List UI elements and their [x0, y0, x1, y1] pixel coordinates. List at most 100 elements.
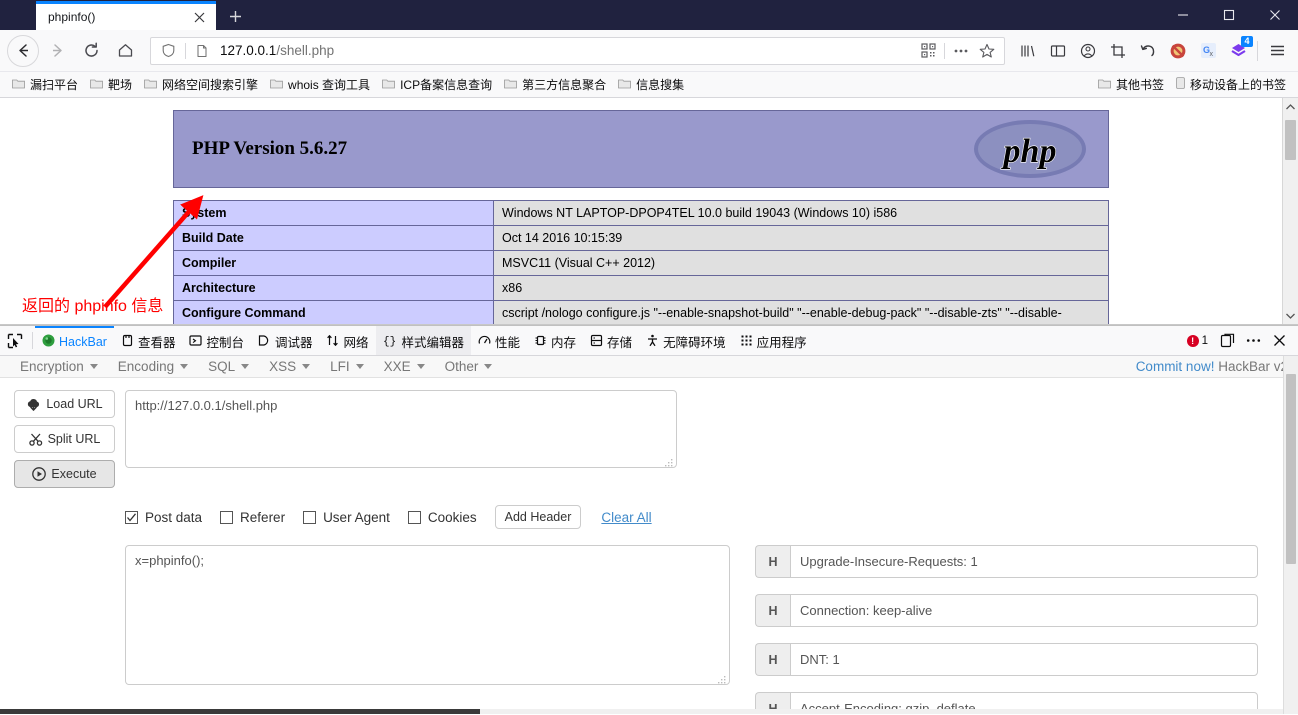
- devtools-tab-application[interactable]: 应用程序: [733, 326, 814, 355]
- scrollbar-thumb[interactable]: [1286, 374, 1296, 564]
- dock-position-icon[interactable]: [1214, 328, 1240, 354]
- scrollbar-thumb[interactable]: [0, 709, 480, 714]
- clear-all-link[interactable]: Clear All: [601, 510, 651, 525]
- header-value-text: Upgrade-Insecure-Requests: 1: [800, 554, 978, 569]
- hackbar-vertical-scrollbar[interactable]: [1283, 356, 1298, 714]
- bookmark-item[interactable]: 漏扫平台: [6, 74, 84, 95]
- account-icon[interactable]: [1073, 36, 1103, 66]
- home-button-icon[interactable]: [109, 35, 141, 67]
- checkbox-box[interactable]: [407, 510, 421, 524]
- resize-grip-icon[interactable]: [665, 456, 674, 467]
- devtools-tab-debugger[interactable]: 调试器: [251, 326, 320, 355]
- extension-icon[interactable]: 4: [1223, 35, 1253, 66]
- devtools-tab-memory[interactable]: 内存: [527, 326, 583, 355]
- scroll-down-arrow-icon[interactable]: [1283, 307, 1298, 324]
- resize-grip-icon[interactable]: [718, 673, 727, 684]
- checkbox-cookies[interactable]: Cookies: [407, 510, 477, 525]
- mobile-bookmarks-folder[interactable]: 移动设备上的书签: [1170, 74, 1292, 95]
- header-value-input[interactable]: DNT: 1: [790, 643, 1258, 676]
- screenshot-crop-icon[interactable]: [1103, 36, 1133, 66]
- header-value-input[interactable]: Connection: keep-alive: [790, 594, 1258, 627]
- checkbox-post-data[interactable]: Post data: [125, 510, 202, 525]
- execute-button[interactable]: Execute: [14, 460, 115, 488]
- devtools-tab-inspector[interactable]: 查看器: [114, 326, 183, 355]
- hackbar-menu-other[interactable]: Other: [435, 356, 503, 377]
- page-actions-more-icon[interactable]: [948, 38, 974, 64]
- hackbar-menu-sql[interactable]: SQL: [198, 356, 259, 377]
- page-document-icon[interactable]: [189, 44, 215, 58]
- sidebar-icon[interactable]: [1043, 36, 1073, 66]
- table-cell-value: Windows NT LAPTOP-DPOP4TEL 10.0 build 19…: [493, 200, 1109, 226]
- checkbox-user-agent[interactable]: User Agent: [303, 510, 390, 525]
- devtools-tab-network[interactable]: 网络: [319, 326, 375, 355]
- url-host: 127.0.0.1: [220, 43, 277, 58]
- scroll-up-arrow-icon[interactable]: [1283, 98, 1298, 115]
- adblock-icon[interactable]: [1163, 36, 1193, 66]
- bookmark-item[interactable]: 第三方信息聚合: [498, 74, 612, 95]
- menu-label: SQL: [208, 359, 236, 374]
- error-count-badge[interactable]: ! 1: [1186, 334, 1208, 347]
- address-bar-url[interactable]: 127.0.0.1/shell.php: [215, 43, 915, 58]
- checkbox-referer[interactable]: Referer: [220, 510, 285, 525]
- hackbar-horizontal-scrollbar[interactable]: [0, 709, 1283, 714]
- bookmark-item[interactable]: 信息搜集: [612, 74, 690, 95]
- toolbar-divider: [1257, 40, 1258, 61]
- hackbar-menu-lfi[interactable]: LFI: [320, 356, 374, 377]
- other-bookmarks-label: 其他书签: [1115, 78, 1164, 92]
- devtools-close-icon[interactable]: [1266, 328, 1292, 354]
- bookmark-star-icon[interactable]: [974, 38, 1000, 64]
- error-count-label: 1: [1201, 334, 1208, 347]
- header-value-input[interactable]: Upgrade-Insecure-Requests: 1: [790, 545, 1258, 578]
- library-icon[interactable]: [1013, 36, 1043, 66]
- devtools-tab-storage[interactable]: 存储: [583, 326, 639, 355]
- address-bar[interactable]: 127.0.0.1/shell.php: [150, 36, 1005, 65]
- add-header-button[interactable]: Add Header: [494, 505, 582, 529]
- devtools-tab-hackbar[interactable]: HackBar: [35, 326, 114, 355]
- page-vertical-scrollbar[interactable]: [1282, 98, 1298, 324]
- bookmark-item[interactable]: ICP备案信息查询: [376, 74, 498, 95]
- minimize-button[interactable]: [1160, 0, 1206, 30]
- checkbox-box[interactable]: [125, 510, 138, 524]
- bookmark-item[interactable]: 靶场: [84, 74, 138, 95]
- bookmark-item[interactable]: whois 查询工具: [264, 74, 376, 95]
- forward-button-icon[interactable]: [41, 35, 73, 67]
- devtools-tab-label: HackBar: [59, 334, 107, 349]
- translate-icon[interactable]: Gx: [1193, 36, 1223, 66]
- devtools-tab-accessibility[interactable]: 无障碍环境: [639, 326, 733, 355]
- devtools-more-icon[interactable]: [1240, 328, 1266, 354]
- post-data-input[interactable]: x=phpinfo();: [125, 545, 730, 685]
- checkbox-box[interactable]: [220, 510, 234, 524]
- load-url-button[interactable]: Load URL: [14, 390, 115, 418]
- qrcode-icon[interactable]: [915, 38, 941, 64]
- element-picker-icon[interactable]: [0, 326, 30, 355]
- hackbar-commit-area: Commit now! HackBar v2: [1136, 359, 1288, 374]
- other-bookmarks-folder[interactable]: 其他书签: [1092, 74, 1170, 95]
- hackbar-menu-encryption[interactable]: Encryption: [10, 356, 108, 377]
- shield-icon[interactable]: [155, 43, 182, 58]
- app-menu-icon[interactable]: [1262, 36, 1292, 66]
- new-tab-button[interactable]: [220, 2, 250, 30]
- tab-close-icon[interactable]: [190, 8, 208, 26]
- menu-label: XXE: [383, 359, 411, 374]
- back-button-icon[interactable]: [7, 34, 39, 67]
- devtools-tab-console[interactable]: 控制台: [182, 326, 251, 355]
- devtools-tab-performance[interactable]: 性能: [471, 326, 527, 355]
- url-input[interactable]: http://127.0.0.1/shell.php: [125, 390, 677, 468]
- hackbar-menu-xss[interactable]: XSS: [259, 356, 320, 377]
- devtools-tab-label: 网络: [343, 336, 369, 350]
- devtools-tab-style-editor[interactable]: {} 样式编辑器: [375, 326, 472, 355]
- address-bar-actions: [915, 38, 1000, 64]
- bookmark-item[interactable]: 网络空间搜索引擎: [138, 74, 264, 95]
- reload-button-icon[interactable]: [75, 35, 107, 67]
- undo-arrow-icon[interactable]: [1133, 36, 1163, 66]
- extension-badge-count: 4: [1241, 35, 1253, 47]
- checkbox-box[interactable]: [303, 510, 317, 524]
- hackbar-menu-xxe[interactable]: XXE: [374, 356, 435, 377]
- browser-tab[interactable]: phpinfo(): [36, 1, 216, 30]
- maximize-button[interactable]: [1206, 0, 1252, 30]
- scrollbar-thumb[interactable]: [1285, 120, 1296, 160]
- commit-now-link[interactable]: Commit now!: [1136, 359, 1215, 374]
- split-url-button[interactable]: Split URL: [14, 425, 115, 453]
- close-button[interactable]: [1252, 0, 1298, 30]
- hackbar-menu-encoding[interactable]: Encoding: [108, 356, 198, 377]
